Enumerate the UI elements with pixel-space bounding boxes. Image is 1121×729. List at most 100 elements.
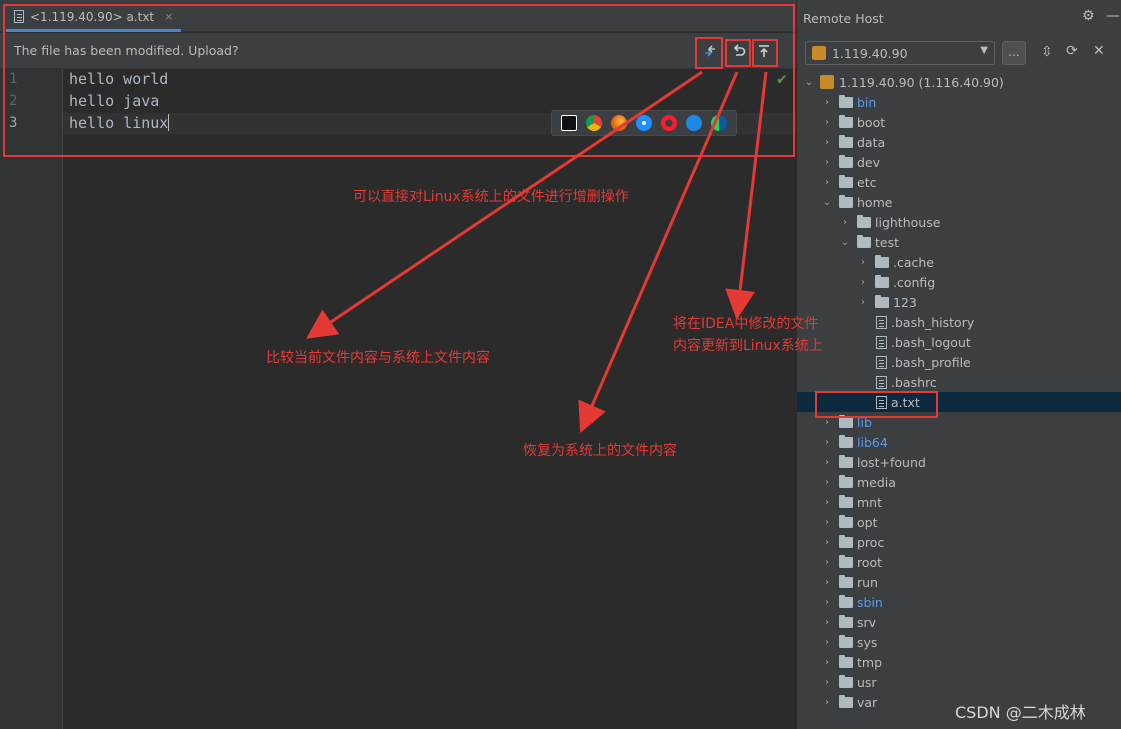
tree-folder-item[interactable]: › srv — [797, 612, 1121, 632]
highlight-editor-box — [3, 4, 795, 157]
tree-folder-item[interactable]: › bin — [797, 92, 1121, 112]
tree-item-label: .bash_logout — [891, 334, 971, 350]
chevron-right-icon[interactable]: › — [821, 457, 833, 468]
highlight-revert-box — [725, 39, 751, 67]
highlight-file-box — [815, 391, 938, 418]
tree-item-label: lib64 — [857, 434, 888, 450]
refresh-icon[interactable]: ⟳ — [1066, 43, 1078, 59]
chevron-right-icon[interactable]: › — [821, 417, 833, 428]
tree-folder-item[interactable]: › sys — [797, 632, 1121, 652]
remote-host-panel: Remote Host ⚙ — 1.119.40.90 ▼ ... ⇳ ⟳ ✕ … — [796, 0, 1121, 729]
tree-folder-item[interactable]: › dev — [797, 152, 1121, 172]
tree-file-item[interactable]: .bash_profile — [797, 352, 1121, 372]
more-button[interactable]: ... — [1002, 41, 1026, 65]
chevron-right-icon[interactable]: › — [821, 137, 833, 148]
chevron-down-icon: ▼ — [980, 45, 988, 56]
folder-icon — [839, 514, 853, 528]
tree-file-item[interactable]: .bashrc — [797, 372, 1121, 392]
watermark: CSDN @二木成林 — [955, 703, 1086, 722]
tree-item-label: .cache — [893, 254, 934, 270]
folder-icon — [857, 214, 871, 228]
chevron-right-icon[interactable]: › — [821, 437, 833, 448]
tree-folder-item[interactable]: › media — [797, 472, 1121, 492]
chevron-right-icon[interactable]: › — [821, 577, 833, 588]
minimize-icon[interactable]: — — [1106, 8, 1120, 24]
chevron-right-icon[interactable]: › — [839, 217, 851, 228]
tree-folder-item[interactable]: ⌄ home — [797, 192, 1121, 212]
chevron-right-icon[interactable]: › — [821, 157, 833, 168]
tree-folder-item[interactable]: ⌄ test — [797, 232, 1121, 252]
chevron-down-icon[interactable]: ⌄ — [821, 197, 833, 208]
close-icon[interactable]: ✕ — [1093, 43, 1105, 59]
folder-icon — [875, 294, 889, 308]
collapse-all-icon[interactable]: ⇳ — [1041, 44, 1053, 60]
tree-folder-item[interactable]: › data — [797, 132, 1121, 152]
folder-icon — [839, 94, 853, 108]
chevron-right-icon[interactable]: › — [821, 477, 833, 488]
annotation-editor: 可以直接对Linux系统上的文件进行增删操作 — [353, 189, 629, 205]
chevron-right-icon[interactable]: › — [821, 597, 833, 608]
tree-item-label: home — [857, 194, 893, 210]
chevron-right-icon[interactable]: › — [857, 297, 869, 308]
chevron-right-icon[interactable]: › — [821, 637, 833, 648]
tree-folder-item[interactable]: › .config — [797, 272, 1121, 292]
folder-icon — [875, 274, 889, 288]
host-select[interactable]: 1.119.40.90 ▼ — [805, 41, 995, 65]
tree-folder-item[interactable]: › etc — [797, 172, 1121, 192]
tree-folder-item[interactable]: › lib64 — [797, 432, 1121, 452]
tree-file-item[interactable]: .bash_logout — [797, 332, 1121, 352]
host-select-value: 1.119.40.90 — [832, 45, 908, 61]
tree-folder-item[interactable]: › 123 — [797, 292, 1121, 312]
chevron-right-icon[interactable]: › — [857, 277, 869, 288]
chevron-down-icon: ⌄ — [804, 76, 814, 88]
file-icon — [876, 375, 887, 389]
tree-folder-item[interactable]: › .cache — [797, 252, 1121, 272]
chevron-right-icon[interactable]: › — [857, 257, 869, 268]
chevron-right-icon[interactable]: › — [821, 177, 833, 188]
folder-icon — [839, 614, 853, 628]
tree-file-item[interactable]: .bash_history — [797, 312, 1121, 332]
folder-icon — [839, 174, 853, 188]
tree-folder-item[interactable]: › usr — [797, 672, 1121, 692]
tree-folder-item[interactable]: › tmp — [797, 652, 1121, 672]
tree-folder-item[interactable]: › lost+found — [797, 452, 1121, 472]
folder-icon — [839, 414, 853, 428]
chevron-right-icon[interactable]: › — [821, 517, 833, 528]
tree-folder-item[interactable]: › boot — [797, 112, 1121, 132]
chevron-right-icon[interactable]: › — [821, 97, 833, 108]
tree-item-label: .bash_profile — [891, 354, 971, 370]
chevron-right-icon[interactable]: › — [821, 557, 833, 568]
folder-icon — [839, 594, 853, 608]
chevron-right-icon[interactable]: › — [821, 617, 833, 628]
highlight-compare-box — [695, 37, 723, 69]
chevron-right-icon[interactable]: › — [821, 657, 833, 668]
tree-folder-item[interactable]: › lighthouse — [797, 212, 1121, 232]
tree-root[interactable]: ⌄ 1.119.40.90 (1.116.40.90) — [797, 72, 1121, 92]
sftp-icon — [820, 75, 834, 89]
tree-item-label: dev — [857, 154, 881, 170]
chevron-down-icon[interactable]: ⌄ — [839, 237, 851, 248]
tree-item-label: data — [857, 134, 886, 150]
tree-folder-item[interactable]: › sbin — [797, 592, 1121, 612]
folder-icon — [839, 474, 853, 488]
chevron-right-icon[interactable]: › — [821, 537, 833, 548]
tree-item-label: sbin — [857, 594, 883, 610]
tree-folder-item[interactable]: › proc — [797, 532, 1121, 552]
chevron-right-icon[interactable]: › — [821, 497, 833, 508]
tree-folder-item[interactable]: › opt — [797, 512, 1121, 532]
gear-icon[interactable]: ⚙ — [1082, 8, 1095, 24]
tree-item-label: sys — [857, 634, 878, 650]
tree-folder-item[interactable]: › root — [797, 552, 1121, 572]
chevron-right-icon[interactable]: › — [821, 677, 833, 688]
tree-item-label: 123 — [893, 294, 917, 310]
tree-folder-item[interactable]: › run — [797, 572, 1121, 592]
chevron-right-icon[interactable]: › — [821, 117, 833, 128]
tree-item-label: root — [857, 554, 883, 570]
folder-icon — [839, 454, 853, 468]
annotation-revert: 恢复为系统上的文件内容 — [523, 443, 677, 459]
tree-folder-item[interactable]: › mnt — [797, 492, 1121, 512]
chevron-right-icon[interactable]: › — [821, 697, 833, 708]
tree-item-label: opt — [857, 514, 878, 530]
tree-item-label: mnt — [857, 494, 882, 510]
folder-icon — [857, 234, 871, 248]
